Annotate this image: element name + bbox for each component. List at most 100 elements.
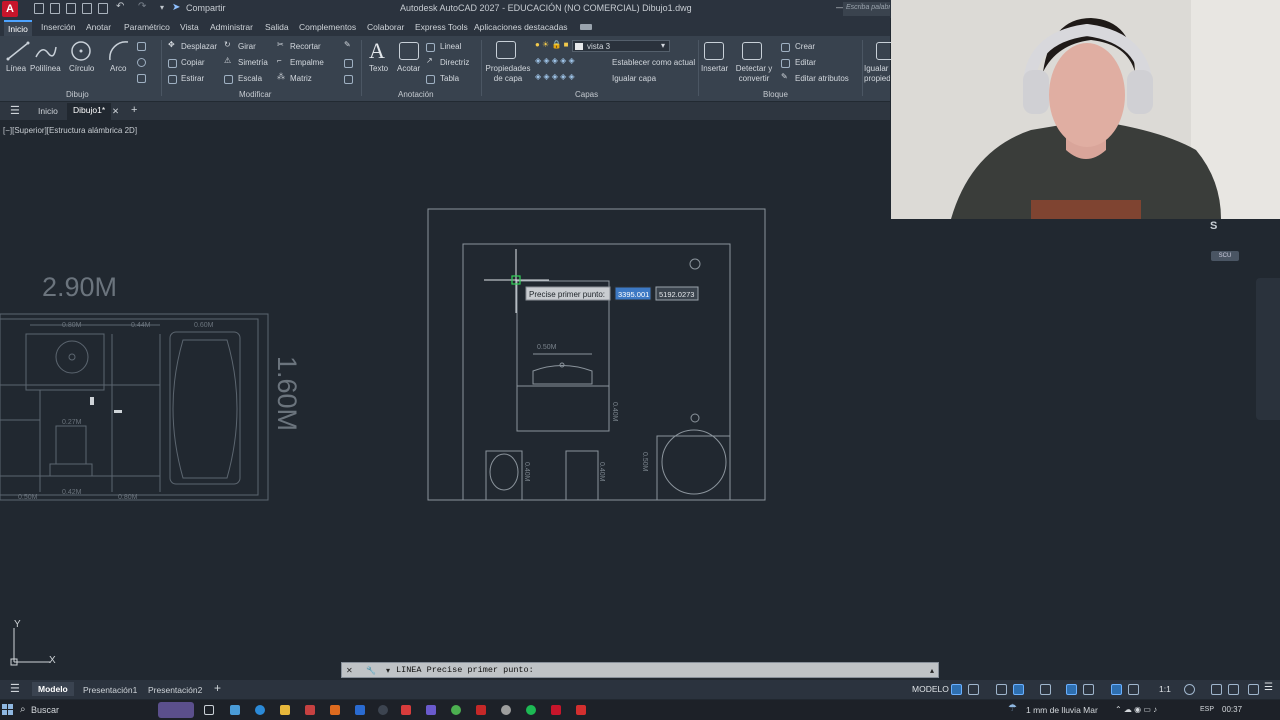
insertar-button[interactable]: Insertar bbox=[701, 64, 728, 73]
tab-anotar[interactable]: Anotar bbox=[86, 22, 111, 32]
redo-icon[interactable]: ↷ bbox=[138, 1, 148, 12]
wcs-menu[interactable]: SCU bbox=[1211, 251, 1239, 261]
texto-button[interactable]: Texto bbox=[369, 64, 388, 73]
estirar-button[interactable]: Estirar bbox=[181, 74, 204, 83]
tab-vista[interactable]: Vista bbox=[180, 22, 199, 32]
directriz-button[interactable]: Directriz bbox=[440, 58, 469, 67]
autocad-logo[interactable]: A bbox=[2, 1, 18, 17]
crear-button[interactable]: Crear bbox=[795, 42, 815, 51]
save-as-icon[interactable] bbox=[82, 3, 92, 14]
lineweight-icon[interactable] bbox=[1083, 684, 1094, 695]
app-icon[interactable] bbox=[476, 705, 486, 715]
editar-button[interactable]: Editar bbox=[795, 58, 816, 67]
tab-insercion[interactable]: Inserción bbox=[41, 22, 76, 32]
add-layout-icon[interactable]: + bbox=[214, 681, 221, 695]
tab-colaborar[interactable]: Colaborar bbox=[367, 22, 404, 32]
tab-salida[interactable]: Salida bbox=[265, 22, 289, 32]
explode-icon[interactable] bbox=[344, 59, 353, 68]
tab-aplicaciones[interactable]: Aplicaciones destacadas bbox=[474, 22, 568, 32]
grid-icon[interactable] bbox=[951, 684, 962, 695]
file-tab-dibujo1[interactable]: Dibujo1* bbox=[67, 103, 112, 120]
escala-button[interactable]: Escala bbox=[238, 74, 262, 83]
tab-modelo[interactable]: Modelo bbox=[32, 682, 74, 696]
command-settings-icon[interactable]: 🔧 bbox=[366, 666, 376, 675]
search-icon[interactable]: ⌕ bbox=[20, 704, 26, 715]
dynamic-input[interactable]: Precise primer punto: 3395.001 5192.0273 bbox=[525, 286, 699, 301]
close-tab-icon[interactable]: ✕ bbox=[112, 106, 119, 117]
chrome-icon[interactable] bbox=[451, 705, 461, 715]
erase-icon[interactable]: ✎ bbox=[344, 40, 351, 49]
tabla-button[interactable]: Tabla bbox=[440, 74, 459, 83]
language-indicator[interactable]: ESP bbox=[1200, 706, 1214, 713]
tab-presentacion2[interactable]: Presentación2 bbox=[148, 685, 202, 695]
office-icon[interactable] bbox=[330, 705, 340, 715]
fullscreen-icon[interactable] bbox=[1248, 684, 1259, 695]
app-icon[interactable] bbox=[576, 705, 586, 715]
osnap-icon[interactable] bbox=[1066, 684, 1077, 695]
app-icon[interactable] bbox=[401, 705, 411, 715]
viewcube-compass[interactable]: S bbox=[1210, 220, 1217, 232]
windows-start-icon[interactable] bbox=[2, 704, 14, 716]
tray-icons[interactable]: ⌃ ☁ ◉ ▭ ♪ bbox=[1115, 705, 1157, 714]
annotation-visibility-icon[interactable] bbox=[1111, 684, 1122, 695]
customization-icon[interactable]: ☰ bbox=[1264, 682, 1275, 693]
ortho-icon[interactable] bbox=[996, 684, 1007, 695]
linea-button[interactable]: Línea bbox=[6, 64, 26, 73]
panel-modificar[interactable]: Modificar bbox=[239, 90, 271, 99]
igualar-capa-button[interactable]: Igualar capa bbox=[612, 74, 656, 83]
command-close-icon[interactable]: ✕ bbox=[346, 666, 353, 675]
coord-x-input[interactable]: 3395.001 bbox=[618, 290, 649, 299]
annotation-scale[interactable]: 1:1 bbox=[1159, 684, 1171, 694]
circulo-button[interactable]: Círculo bbox=[69, 64, 94, 73]
model-space-toggle[interactable]: MODELO bbox=[912, 684, 949, 694]
hatch-icon[interactable] bbox=[137, 74, 146, 83]
command-history-icon[interactable]: ▾ bbox=[386, 666, 390, 675]
polar-icon[interactable] bbox=[1013, 684, 1024, 695]
spotify-icon[interactable] bbox=[526, 705, 536, 715]
recortar-button[interactable]: Recortar bbox=[290, 42, 321, 51]
simetria-button[interactable]: Simetría bbox=[238, 58, 268, 67]
detectar-convertir-button[interactable]: Detectar y convertir bbox=[733, 64, 775, 84]
taskbar-search[interactable]: Buscar bbox=[31, 705, 59, 715]
igualar-propiedades-button[interactable]: Igualar propiedades bbox=[864, 64, 890, 84]
autoscale-icon[interactable] bbox=[1128, 684, 1139, 695]
arco-button[interactable]: Arco bbox=[110, 64, 126, 73]
file-tab-inicio[interactable]: Inicio bbox=[38, 106, 58, 116]
panel-dibujo[interactable]: Dibujo bbox=[66, 90, 89, 99]
app-icon[interactable] bbox=[426, 705, 436, 715]
establecer-actual-button[interactable]: Establecer como actual bbox=[612, 58, 695, 67]
command-expand-icon[interactable]: ▴ bbox=[930, 666, 934, 675]
navigation-bar[interactable] bbox=[1256, 278, 1280, 420]
matriz-button[interactable]: Matriz bbox=[290, 74, 312, 83]
acotar-button[interactable]: Acotar bbox=[397, 64, 420, 73]
new-tab-icon[interactable]: + bbox=[131, 104, 137, 116]
units-icon[interactable] bbox=[1228, 684, 1239, 695]
app-icon[interactable] bbox=[501, 705, 511, 715]
drawing-canvas[interactable]: 2.90M 1.60M 0.80M 0.44M 0.60M 0.27M 0.50… bbox=[0, 120, 890, 660]
tab-presentacion1[interactable]: Presentación1 bbox=[83, 685, 137, 695]
save-icon[interactable] bbox=[66, 3, 76, 14]
tab-inicio[interactable]: Inicio bbox=[4, 20, 32, 36]
panel-anotacion[interactable]: Anotación bbox=[398, 90, 434, 99]
rectangle-icon[interactable] bbox=[137, 42, 146, 51]
girar-button[interactable]: Girar bbox=[238, 42, 256, 51]
empalme-button[interactable]: Empalme bbox=[290, 58, 324, 67]
ribbon-toggle-icon[interactable] bbox=[580, 24, 592, 30]
search-input[interactable]: Escriba palabra clave o frase bbox=[843, 2, 890, 16]
coord-y-input[interactable]: 5192.0273 bbox=[659, 290, 694, 299]
task-view-icon[interactable] bbox=[204, 705, 214, 715]
open-icon[interactable] bbox=[50, 3, 60, 14]
propiedades-capa-button[interactable]: Propiedades de capa bbox=[485, 64, 531, 84]
panel-capas[interactable]: Capas bbox=[575, 90, 598, 99]
autocad-taskbar-icon[interactable] bbox=[551, 705, 561, 715]
editar-atributos-button[interactable]: Editar atributos bbox=[795, 74, 849, 83]
tab-express-tools[interactable]: Express Tools bbox=[415, 22, 468, 32]
desplazar-button[interactable]: Desplazar bbox=[181, 42, 217, 51]
weather-text[interactable]: 1 mm de lluvia Mar bbox=[1026, 705, 1098, 715]
command-line[interactable]: ✕ 🔧 ▾ LINEA Precise primer punto: ▴ bbox=[341, 662, 939, 678]
lineal-button[interactable]: Lineal bbox=[440, 42, 461, 51]
layer-dropdown[interactable]: vista 3 ▾ bbox=[572, 40, 670, 52]
copiar-button[interactable]: Copiar bbox=[181, 58, 205, 67]
ellipse-icon[interactable] bbox=[137, 58, 146, 67]
mail-icon[interactable] bbox=[355, 705, 365, 715]
